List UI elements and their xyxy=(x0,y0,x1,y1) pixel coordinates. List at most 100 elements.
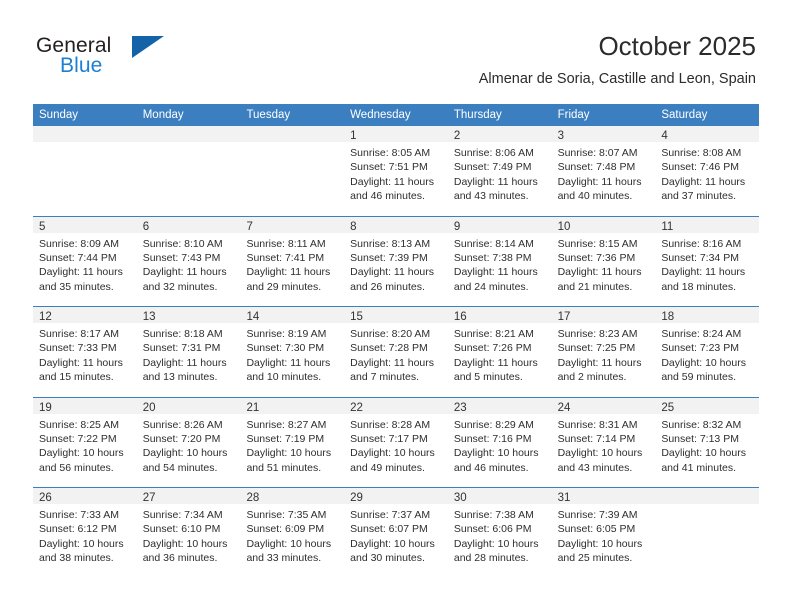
date-number: 26 xyxy=(39,492,52,504)
daylight-text: Daylight: 10 hours and 38 minutes. xyxy=(39,537,124,565)
calendar-day-cell[interactable]: 28 Sunrise: 7:35 AM Sunset: 6:09 PM Dayligh… xyxy=(240,488,345,579)
day-sun-info: Sunrise: 8:28 AM Sunset: 7:17 PM Daylight:… xyxy=(344,414,448,476)
daylight-text: Daylight: 10 hours and 33 minutes. xyxy=(246,537,332,565)
date-band: 3 xyxy=(551,126,656,142)
calendar-day-cell[interactable]: 7 Sunrise: 8:11 AM Sunset: 7:41 PM Daylight… xyxy=(240,216,345,306)
sunrise-text: Sunrise: 7:35 AM xyxy=(246,509,327,521)
calendar-day-cell-empty xyxy=(33,126,137,216)
date-band: 20 xyxy=(136,397,241,414)
sunrise-text: Sunrise: 8:32 AM xyxy=(661,418,742,431)
calendar-day-cell[interactable]: 5 Sunrise: 8:09 AM Sunset: 7:44 PM Daylight… xyxy=(33,216,137,306)
calendar-day-cell[interactable]: 21 Sunrise: 8:27 AM Sunset: 7:19 PM Dayligh… xyxy=(240,397,345,487)
calendar-day-cell[interactable]: 6 Sunrise: 8:10 AM Sunset: 7:43 PM Daylight… xyxy=(136,216,241,306)
date-band: 1 xyxy=(344,126,448,142)
calendar-day-cell[interactable]: 17 Sunrise: 8:23 AM Sunset: 7:25 PM Dayligh… xyxy=(551,307,656,397)
day-sun-info: Sunrise: 8:07 AM Sunset: 7:48 PM Daylight:… xyxy=(552,142,656,204)
daylight-text: Daylight: 10 hours and 59 minutes. xyxy=(661,356,746,384)
calendar-day-cell[interactable]: 12 Sunrise: 8:17 AM Sunset: 7:33 PM Dayligh… xyxy=(33,307,137,397)
calendar-day-cell[interactable]: 1 Sunrise: 8:05 AM Sunset: 7:51 PM Daylight… xyxy=(344,126,448,216)
sunset-text: Sunset: 7:44 PM xyxy=(39,251,117,264)
daylight-text: Daylight: 11 hours and 32 minutes. xyxy=(142,266,227,293)
day-sun-info: Sunrise: 8:17 AM Sunset: 7:33 PM Daylight:… xyxy=(33,323,137,385)
date-number: 21 xyxy=(246,401,260,414)
sunrise-text: Sunrise: 8:06 AM xyxy=(453,147,534,159)
weekday-header-sunday: Sunday xyxy=(39,109,79,121)
sunset-text: Sunset: 7:33 PM xyxy=(39,342,117,355)
day-sun-info: Sunrise: 8:32 AM Sunset: 7:13 PM Daylight:… xyxy=(655,414,759,476)
calendar-day-cell[interactable]: 24 Sunrise: 8:31 AM Sunset: 7:14 PM Dayligh… xyxy=(551,397,656,487)
date-band: 29 xyxy=(344,488,448,504)
sunrise-text: Sunrise: 8:24 AM xyxy=(661,328,742,340)
sunset-text: Sunset: 7:17 PM xyxy=(350,432,428,445)
calendar-day-cell[interactable]: 31 Sunrise: 7:39 AM Sunset: 6:05 PM Dayligh… xyxy=(551,488,656,579)
sunrise-text: Sunrise: 8:27 AM xyxy=(246,418,327,431)
day-sun-info: Sunrise: 8:26 AM Sunset: 7:20 PM Daylight:… xyxy=(137,414,241,476)
calendar-grid: Sunday Monday Tuesday Wednesday Thursday Frid… xyxy=(33,104,760,579)
daylight-text: Daylight: 11 hours and 37 minutes. xyxy=(661,175,746,203)
calendar-day-cell[interactable]: 27 Sunrise: 7:34 AM Sunset: 6:10 PM Dayligh… xyxy=(136,488,241,579)
date-band: 11 xyxy=(655,216,760,233)
date-number: 6 xyxy=(142,220,150,233)
calendar-day-cell[interactable]: 29 Sunrise: 7:37 AM Sunset: 6:07 PM Dayligh… xyxy=(344,488,448,579)
sunset-text: Sunset: 7:49 PM xyxy=(453,161,532,174)
daylight-text: Daylight: 11 hours and 18 minutes. xyxy=(661,266,746,293)
calendar-day-cell[interactable]: 23 Sunrise: 8:29 AM Sunset: 7:16 PM Dayligh… xyxy=(447,397,552,487)
calendar-day-cell[interactable]: 25 Sunrise: 8:32 AM Sunset: 7:13 PM Dayligh… xyxy=(655,397,760,487)
sunrise-text: Sunrise: 8:14 AM xyxy=(453,237,534,250)
date-band: 13 xyxy=(136,307,241,323)
calendar-day-cell[interactable]: 18 Sunrise: 8:24 AM Sunset: 7:23 PM Dayligh… xyxy=(655,307,760,397)
calendar-day-cell[interactable]: 8 Sunrise: 8:13 AM Sunset: 7:39 PM Daylight… xyxy=(344,216,448,306)
calendar-day-cell[interactable]: 3 Sunrise: 8:07 AM Sunset: 7:48 PM Daylight… xyxy=(551,126,656,216)
page-title: October 2025 xyxy=(598,31,756,61)
calendar-day-cell[interactable]: 11 Sunrise: 8:16 AM Sunset: 7:34 PM Dayligh… xyxy=(655,216,760,306)
sunset-text: Sunset: 7:14 PM xyxy=(557,432,636,445)
calendar-day-cell[interactable]: 30 Sunrise: 7:38 AM Sunset: 6:06 PM Dayligh… xyxy=(447,488,552,579)
day-sun-info: Sunrise: 8:27 AM Sunset: 7:19 PM Daylight:… xyxy=(240,414,344,476)
weekday-header-wednesday: Wednesday xyxy=(350,109,411,121)
sunset-text: Sunset: 7:23 PM xyxy=(661,342,739,355)
weekday-header-tuesday: Tuesday xyxy=(246,109,291,121)
day-sun-info: Sunrise: 8:15 AM Sunset: 7:36 PM Daylight:… xyxy=(552,233,656,295)
date-number: 17 xyxy=(557,311,571,323)
calendar-day-cell[interactable]: 14 Sunrise: 8:19 AM Sunset: 7:30 PM Dayligh… xyxy=(240,307,345,397)
calendar-day-cell[interactable]: 13 Sunrise: 8:18 AM Sunset: 7:31 PM Dayligh… xyxy=(136,307,241,397)
date-number: 22 xyxy=(350,401,363,414)
calendar-day-cell[interactable]: 19 Sunrise: 8:25 AM Sunset: 7:22 PM Dayligh… xyxy=(33,397,137,487)
sunset-text: Sunset: 7:16 PM xyxy=(453,432,532,445)
daylight-text: Daylight: 11 hours and 35 minutes. xyxy=(39,266,123,293)
sunrise-text: Sunrise: 8:18 AM xyxy=(142,328,223,340)
calendar-day-cell-empty xyxy=(655,488,760,579)
calendar-day-cell[interactable]: 10 Sunrise: 8:15 AM Sunset: 7:36 PM Dayligh… xyxy=(551,216,656,306)
calendar-day-cell[interactable]: 22 Sunrise: 8:28 AM Sunset: 7:17 PM Dayligh… xyxy=(344,397,448,487)
date-band: 27 xyxy=(136,488,241,504)
date-band xyxy=(33,126,137,142)
calendar-day-cell[interactable]: 2 Sunrise: 8:06 AM Sunset: 7:49 PM Daylight… xyxy=(447,126,552,216)
day-sun-info: Sunrise: 8:19 AM Sunset: 7:30 PM Daylight:… xyxy=(240,323,344,385)
sunrise-text: Sunrise: 7:33 AM xyxy=(39,509,119,521)
day-sun-info: Sunrise: 8:06 AM Sunset: 7:49 PM Daylight:… xyxy=(448,142,552,204)
calendar-day-cell[interactable]: 9 Sunrise: 8:14 AM Sunset: 7:38 PM Daylight… xyxy=(447,216,552,306)
calendar-day-cell[interactable]: 4 Sunrise: 8:08 AM Sunset: 7:46 PM Daylight… xyxy=(655,126,760,216)
sunrise-text: Sunrise: 8:23 AM xyxy=(557,328,638,340)
page-subtitle: Almenar de Soria, Castille and Leon, Spa… xyxy=(478,71,756,87)
calendar-day-cell[interactable]: 16 Sunrise: 8:21 AM Sunset: 7:26 PM Dayligh… xyxy=(447,307,552,397)
daylight-text: Daylight: 11 hours and 15 minutes. xyxy=(39,356,123,384)
date-band: 18 xyxy=(655,307,760,323)
sunrise-text: Sunrise: 8:20 AM xyxy=(350,328,431,340)
date-band: 31 xyxy=(551,488,656,504)
sunset-text: Sunset: 6:09 PM xyxy=(246,523,325,536)
date-number: 12 xyxy=(39,311,52,323)
date-band: 9 xyxy=(447,216,552,233)
calendar-day-cell[interactable]: 26 Sunrise: 7:33 AM Sunset: 6:12 PM Dayligh… xyxy=(33,488,137,579)
date-band: 24 xyxy=(551,397,656,414)
calendar-day-cell[interactable]: 15 Sunrise: 8:20 AM Sunset: 7:28 PM Dayligh… xyxy=(344,307,448,397)
sunrise-text: Sunrise: 8:13 AM xyxy=(350,237,431,250)
calendar-day-cell[interactable]: 20 Sunrise: 8:26 AM Sunset: 7:20 PM Dayligh… xyxy=(136,397,241,487)
day-sun-info: Sunrise: 7:39 AM Sunset: 6:05 PM Daylight:… xyxy=(552,504,656,566)
day-sun-info: Sunrise: 8:20 AM Sunset: 7:28 PM Daylight:… xyxy=(344,323,448,385)
daylight-text: Daylight: 10 hours and 25 minutes. xyxy=(557,537,643,565)
calendar-week-row: 26 Sunrise: 7:33 AM Sunset: 6:12 PM Dayligh… xyxy=(33,488,760,579)
generalblue-logo[interactable]: General Blue xyxy=(36,34,256,90)
sunrise-text: Sunrise: 8:11 AM xyxy=(246,237,326,250)
sunset-text: Sunset: 7:46 PM xyxy=(661,161,739,174)
